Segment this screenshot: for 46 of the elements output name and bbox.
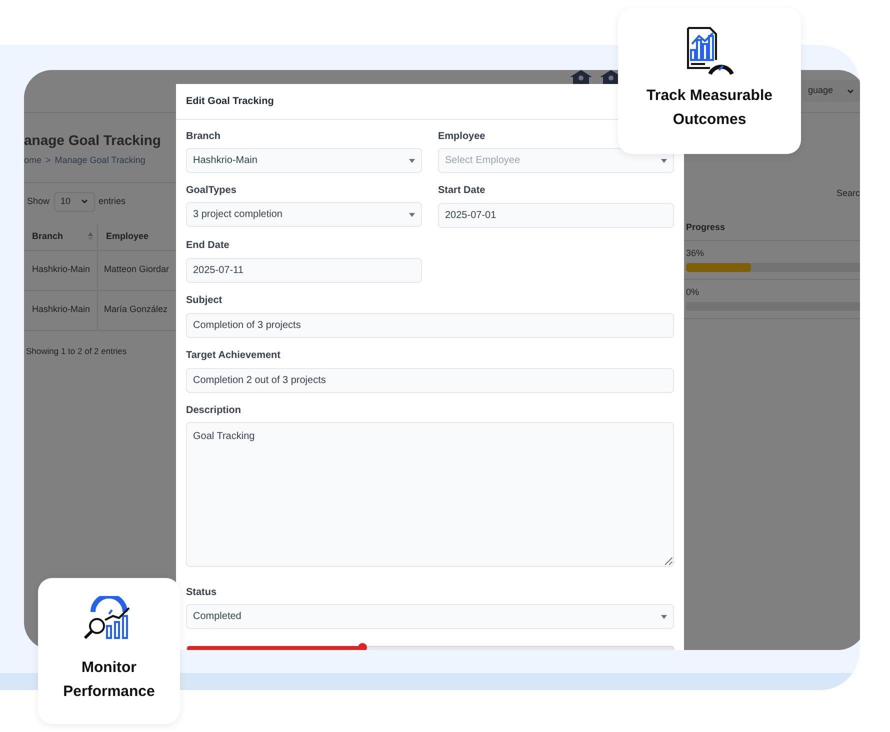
- input-field[interactable]: Completion of 3 projects: [186, 313, 674, 338]
- caret-icon: [409, 158, 415, 162]
- language-select[interactable]: guage: [802, 80, 860, 102]
- chevron-down-icon: [80, 199, 88, 204]
- field-label: Branch: [186, 130, 222, 144]
- table-info: Showing 1 to 2 of 2 entries: [25, 344, 128, 358]
- field-label: End Date: [186, 239, 230, 253]
- caret-icon: [409, 212, 415, 216]
- field-label: GoalTypes: [186, 184, 238, 198]
- column-header[interactable]: Progress: [684, 215, 860, 241]
- column-header[interactable]: Branch: [24, 224, 98, 250]
- field-label: Description: [186, 404, 242, 418]
- field-label: Start Date: [438, 184, 486, 198]
- table-cell-text: María González: [103, 303, 169, 316]
- table-cell: Hashkrio-Main: [24, 250, 98, 290]
- entries-label: entries: [98, 194, 126, 208]
- show-label: Show: [27, 194, 50, 208]
- callout-title: Monitor Performance: [62, 658, 156, 702]
- select-field[interactable]: 3 project completion: [186, 202, 422, 227]
- table-cell-text: Matteon Giordar: [103, 263, 170, 276]
- breadcrumb-separator: >: [46, 154, 51, 167]
- field-label: Target Achievement: [186, 349, 282, 363]
- caret-icon: [661, 158, 667, 162]
- progress-value: 0%: [686, 287, 700, 297]
- input-field[interactable]: Completion 2 out of 3 projects: [186, 368, 674, 393]
- report-chart-icon: [686, 26, 734, 76]
- search-label: Searc: [836, 186, 860, 200]
- input-field[interactable]: 2025-07-01: [438, 203, 674, 228]
- select-field[interactable]: Completed: [186, 604, 674, 629]
- column-header[interactable]: Employee: [98, 224, 176, 250]
- sort-icon: [88, 232, 93, 241]
- caret-icon: [661, 614, 667, 618]
- table-cell: Hashkrio-Main: [24, 290, 98, 330]
- breadcrumb-current: Manage Goal Tracking: [54, 154, 146, 167]
- slider-track[interactable]: [186, 646, 674, 650]
- field-label: Employee: [438, 130, 486, 144]
- text-area[interactable]: Goal Tracking: [186, 422, 674, 567]
- entries-select[interactable]: 10: [54, 192, 95, 212]
- chevron-down-icon: [847, 88, 854, 94]
- page-title: anage Goal Tracking: [24, 131, 162, 149]
- input-field[interactable]: 2025-07-11: [186, 258, 422, 283]
- field-label: Subject: [186, 294, 224, 308]
- select-field[interactable]: Hashkrio-Main: [186, 148, 422, 173]
- progress-value: 36%: [686, 248, 706, 258]
- field-label: Status: [186, 586, 218, 600]
- slider-thumb[interactable]: [358, 643, 367, 650]
